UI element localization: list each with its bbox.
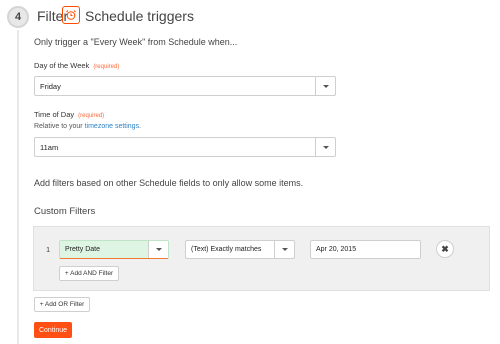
custom-filters-panel: 1 Pretty Date (Text) Exactly matches Apr… (33, 226, 490, 291)
helper-prefix: Relative to your (34, 123, 85, 130)
required-tag: (required) (93, 64, 120, 70)
step-connector-line (17, 30, 19, 344)
chevron-down-icon[interactable] (274, 241, 294, 258)
filter-condition-value: (Text) Exactly matches (191, 246, 262, 253)
continue-button[interactable]: Continue (34, 322, 72, 338)
filters-note: Add filters based on other Schedule fiel… (34, 178, 304, 188)
timezone-helper-text: Relative to your timezone settings. (34, 123, 141, 130)
day-of-week-label-text: Day of the Week (34, 61, 90, 70)
custom-filters-title: Custom Filters (34, 206, 96, 217)
filter-field-value: Pretty Date (65, 246, 101, 253)
remove-filter-button[interactable]: ✖ (436, 240, 454, 258)
helper-suffix: . (139, 123, 142, 130)
time-of-day-select[interactable]: 11am (34, 137, 336, 157)
filter-row-number: 1 (46, 245, 51, 254)
chevron-down-icon[interactable] (148, 241, 168, 258)
add-or-filter-button[interactable]: + Add OR Filter (34, 297, 90, 312)
time-of-day-value: 11am (40, 143, 59, 152)
time-of-day-label-text: Time of Day (34, 110, 75, 119)
alarm-clock-icon (62, 6, 80, 24)
step-number-badge: 4 (7, 6, 29, 28)
filter-field-select[interactable]: Pretty Date (59, 240, 169, 259)
add-and-filter-button[interactable]: + Add AND Filter (59, 266, 119, 281)
timezone-settings-link[interactable]: timezone settings (85, 123, 139, 130)
time-of-day-label: Time of Day (required) (34, 110, 104, 119)
day-of-week-label: Day of the Week (required) (34, 61, 119, 70)
required-tag: (required) (78, 113, 105, 119)
intro-text: Only trigger a "Every Week" from Schedul… (34, 37, 238, 47)
chevron-down-icon[interactable] (315, 138, 335, 156)
chevron-down-icon[interactable] (315, 77, 335, 95)
day-of-week-value: Friday (40, 82, 61, 91)
filter-condition-select[interactable]: (Text) Exactly matches (185, 240, 295, 259)
close-icon: ✖ (441, 243, 449, 254)
filter-value-input[interactable]: Apr 20, 2015 (310, 240, 421, 259)
filter-value-text: Apr 20, 2015 (316, 246, 357, 253)
app-name: Schedule triggers (85, 8, 194, 24)
day-of-week-select[interactable]: Friday (34, 76, 336, 96)
